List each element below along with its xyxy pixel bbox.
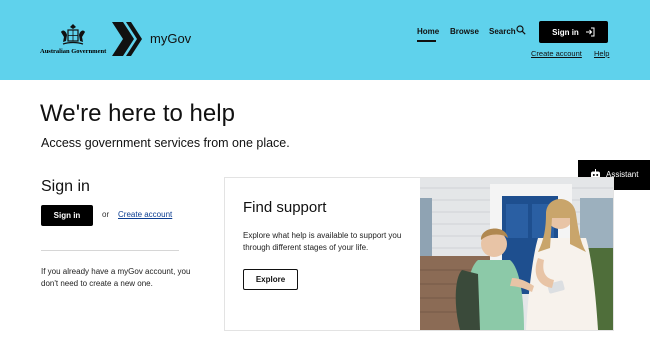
site-header: Australian Government myGov Home Browse … (0, 0, 650, 80)
brand-name: myGov (150, 31, 192, 46)
header-create-account-link[interactable]: Create account (531, 49, 582, 58)
header-sign-in-label: Sign in (552, 27, 579, 37)
family-photo (420, 178, 613, 330)
mygov-logo-icon[interactable] (112, 22, 142, 56)
nav-browse[interactable]: Browse (450, 27, 479, 36)
create-account-link[interactable]: Create account (118, 210, 172, 219)
card-title: Find support (243, 199, 327, 216)
sign-in-heading: Sign in (41, 178, 90, 195)
header-sign-in-button[interactable]: Sign in (539, 21, 608, 43)
or-text: or (102, 210, 110, 219)
page-subtitle: Access government services from one plac… (41, 136, 290, 150)
sign-in-button[interactable]: Sign in (41, 205, 93, 226)
nav-home[interactable]: Home (417, 27, 439, 36)
header-help-link[interactable]: Help (594, 49, 609, 58)
divider (41, 250, 179, 251)
nav-search[interactable]: Search (489, 27, 516, 36)
page-title: We're here to help (40, 100, 235, 127)
sign-in-arrow-icon (585, 27, 595, 37)
gov-logo-text: Australian Government (40, 48, 107, 55)
sign-in-info-text: If you already have a myGov account, you… (41, 267, 191, 288)
explore-button[interactable]: Explore (243, 269, 298, 290)
search-icon[interactable] (516, 25, 526, 35)
active-nav-indicator (417, 40, 436, 42)
australian-government-logo[interactable]: Australian Government (40, 22, 106, 58)
coat-of-arms-icon (61, 24, 85, 45)
card-description: Explore what help is available to suppor… (243, 231, 402, 252)
